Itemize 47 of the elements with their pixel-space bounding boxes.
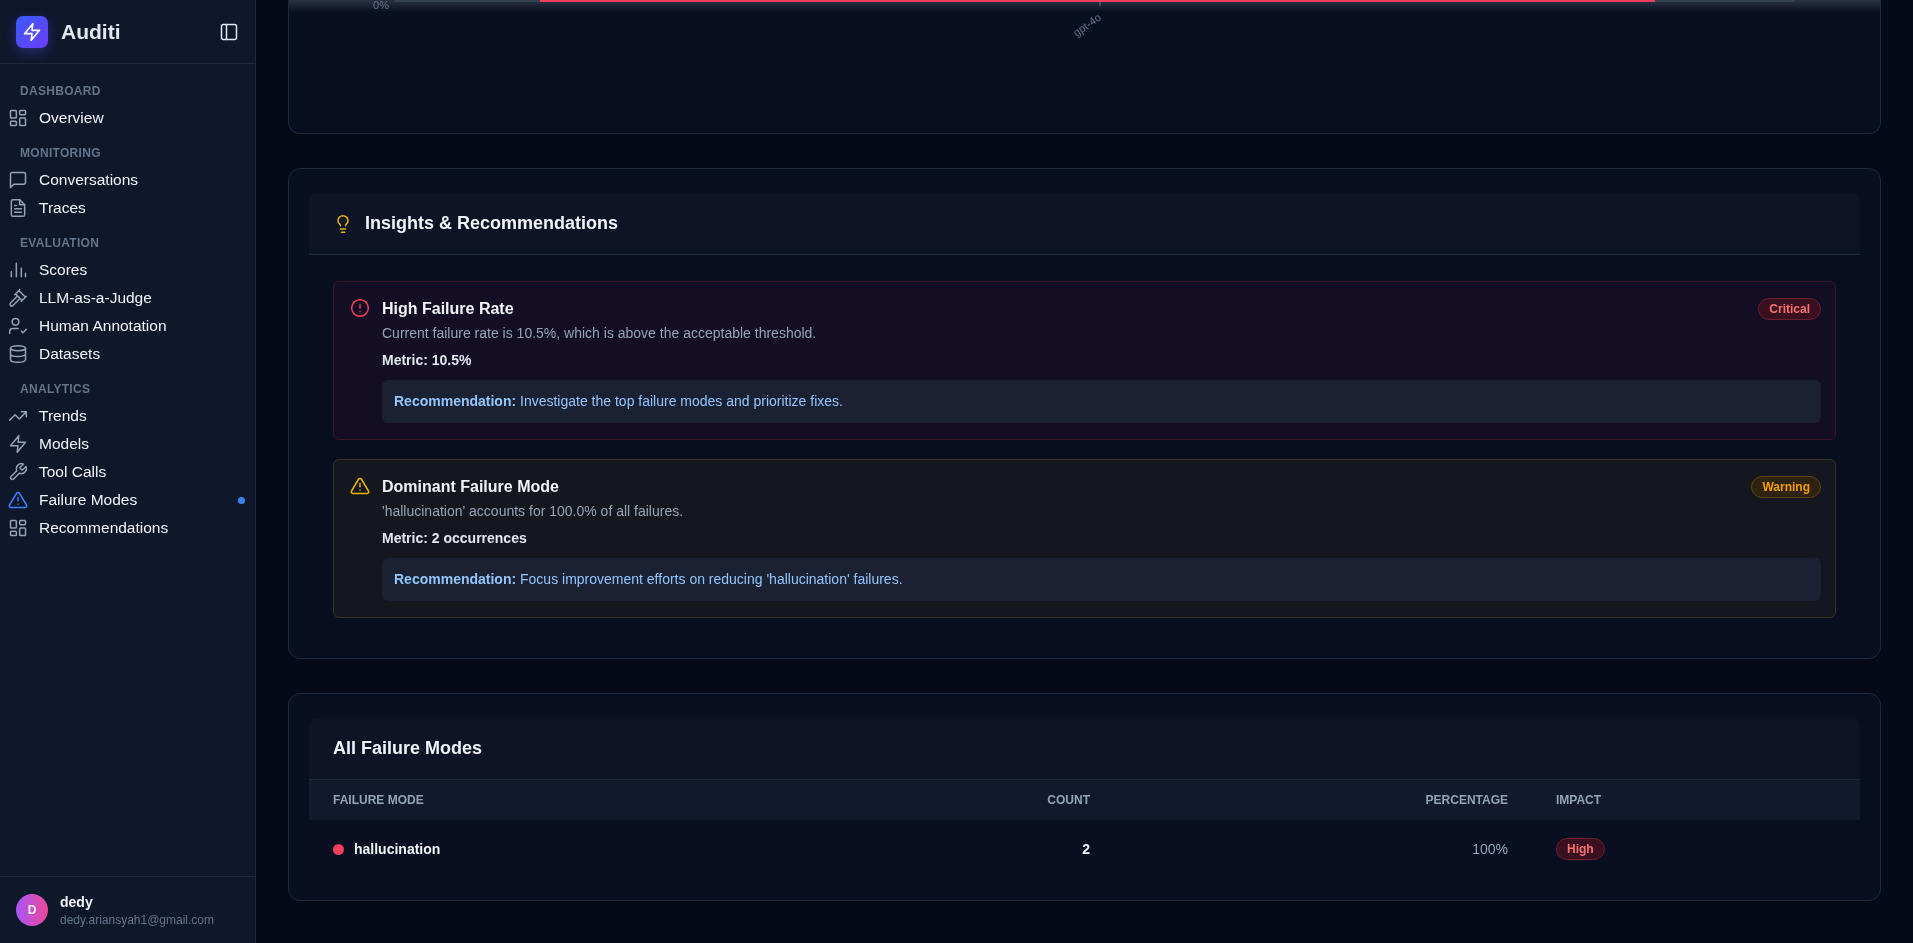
impact-badge: High bbox=[1556, 838, 1605, 860]
recommendation-box: Recommendation: Investigate the top failure modes and prioritize fixes. bbox=[382, 380, 1821, 423]
severity-badge: Warning bbox=[1751, 476, 1821, 498]
user-email: dedy.ariansyah1@gmail.com bbox=[60, 912, 215, 927]
nav-item[interactable]: Overview bbox=[0, 104, 247, 132]
alert-circle-icon bbox=[350, 298, 370, 318]
section-label: EVALUATION bbox=[19, 235, 101, 252]
column-header: COUNT bbox=[869, 780, 1114, 820]
table-cell: hallucination bbox=[354, 841, 441, 857]
section-label: DASHBOARD bbox=[19, 83, 102, 100]
insight-title: High Failure Rate bbox=[382, 300, 514, 318]
axis-tick-label: 0% bbox=[373, 0, 389, 11]
column-header: FAILURE MODE bbox=[309, 780, 869, 820]
recommendation-box: Recommendation: Focus improvement efforts on reducing 'hallucination' failures. bbox=[382, 558, 1821, 601]
severity-badge: Critical bbox=[1758, 298, 1821, 320]
nav-item[interactable]: Recommendations bbox=[0, 514, 247, 542]
section-title: Insights & Recommendations bbox=[365, 213, 619, 234]
insight-metric: Metric: 2 occurrences bbox=[382, 530, 528, 546]
nav-item[interactable]: Traces bbox=[0, 194, 247, 222]
app-name: Auditi bbox=[61, 19, 122, 44]
column-header: PERCENTAGE bbox=[1114, 780, 1532, 820]
nav-item[interactable]: Human Annotation bbox=[0, 312, 247, 340]
nav-item[interactable]: LLM-as-a-Judge bbox=[0, 284, 247, 312]
table-cell: 2 bbox=[1082, 841, 1090, 857]
nav-item[interactable]: Trends bbox=[0, 402, 247, 430]
insight-metric: Metric: 10.5% bbox=[382, 352, 473, 368]
warning-icon bbox=[350, 476, 370, 496]
column-header: IMPACT bbox=[1532, 780, 1860, 820]
section-title: All Failure Modes bbox=[333, 738, 483, 759]
user-avatar: D bbox=[16, 894, 48, 926]
nav-item[interactable]: Failure Modes bbox=[0, 486, 247, 514]
nav-item[interactable]: Conversations bbox=[0, 166, 247, 194]
nav-item[interactable]: Datasets bbox=[0, 340, 247, 368]
sidebar-toggle-icon[interactable] bbox=[219, 21, 239, 42]
section-label: MONITORING bbox=[19, 145, 102, 162]
section-label: ANALYTICS bbox=[19, 381, 92, 398]
nav-item[interactable]: Models bbox=[0, 430, 247, 458]
user-name: dedy bbox=[60, 893, 94, 910]
nav-item[interactable]: Tool Calls bbox=[0, 458, 247, 486]
insight-description: 'hallucination' accounts for 100.0% of all failures. bbox=[382, 503, 685, 519]
nav-item[interactable]: Scores bbox=[0, 256, 247, 284]
active-dot bbox=[238, 496, 245, 504]
insight-description: Current failure rate is 10.5%, which is above the acceptable threshold. bbox=[382, 325, 818, 341]
table-cell: 100% bbox=[1472, 841, 1508, 857]
insight-title: Dominant Failure Mode bbox=[382, 478, 559, 496]
logo-icon bbox=[16, 15, 48, 48]
axis-tick bbox=[1099, 1, 1101, 7]
